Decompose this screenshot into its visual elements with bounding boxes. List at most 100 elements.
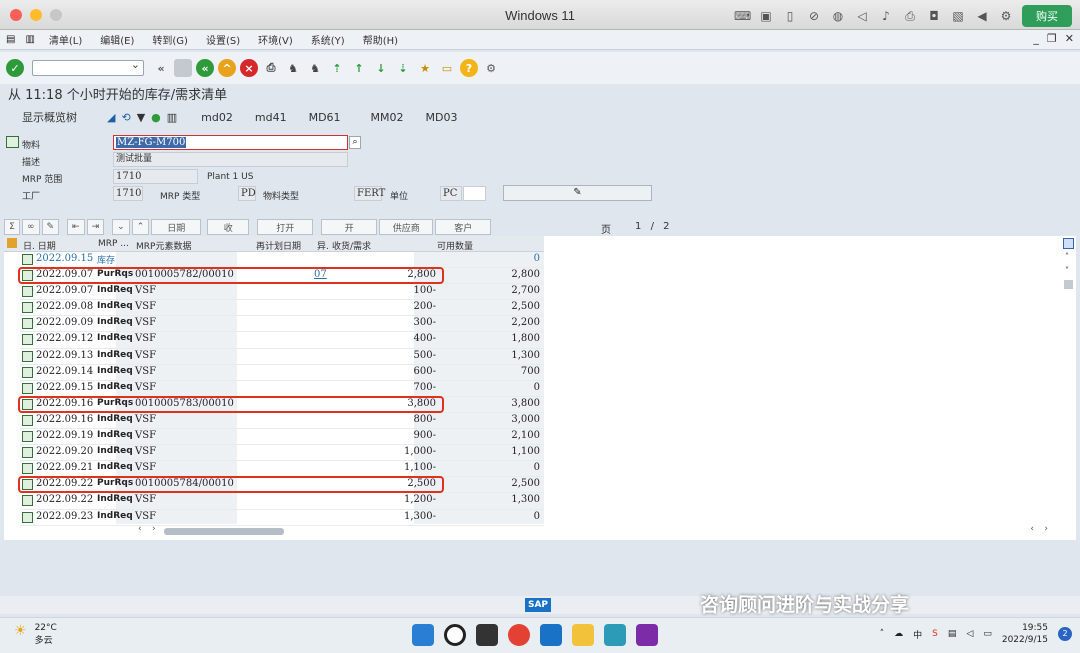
store-icon[interactable] — [604, 624, 626, 646]
menu-environment[interactable]: 环境(V) — [258, 32, 293, 47]
horizontal-scrollbar[interactable]: ‹ › ‹ › — [120, 524, 1054, 538]
details-icon[interactable]: ∞ — [22, 219, 40, 235]
table-row[interactable]: 2022.09.07 IndReq VSF 100- 2,700 — [20, 284, 544, 301]
shortcut-icon[interactable]: ▭ — [438, 59, 456, 77]
task-view-icon[interactable] — [476, 624, 498, 646]
user-icon[interactable]: ● — [151, 111, 161, 124]
col-exception[interactable]: 异. — [317, 239, 329, 252]
table-row[interactable]: 2022.09.20 IndReq VSF 1,000- 1,100 — [20, 445, 544, 462]
clock[interactable]: 19:55 2022/9/15 — [1002, 622, 1048, 646]
scroll-thumb[interactable] — [1064, 280, 1073, 289]
row-exception[interactable]: 07 — [314, 269, 327, 280]
table-row[interactable]: 2022.09.21 IndReq VSF 1,100- 0 — [20, 461, 544, 478]
print-icon[interactable]: ⎙ — [262, 59, 280, 77]
col-available[interactable]: 可用数量 — [437, 239, 473, 252]
screenshot-icon[interactable]: ▧ — [950, 8, 966, 24]
search-icon[interactable] — [444, 624, 466, 646]
enter-icon[interactable]: ✓ — [6, 59, 24, 77]
md03-button[interactable]: MD03 — [426, 111, 458, 124]
find-next-icon[interactable]: ♞ — [306, 59, 324, 77]
scroll-up-icon[interactable]: ˄ — [1065, 252, 1069, 261]
new-session-icon[interactable]: ★ — [416, 59, 434, 77]
keyboard-icon[interactable]: ⌨ — [734, 8, 751, 24]
speaker-icon[interactable]: ◁ — [966, 629, 973, 639]
material-search-icon[interactable]: ⌕ — [349, 136, 361, 149]
file-explorer-icon[interactable] — [572, 624, 594, 646]
menu-list[interactable]: 清单(L) — [49, 32, 82, 47]
sum-icon[interactable]: Σ — [4, 219, 20, 235]
scroll-right-end-icon[interactable]: › — [1044, 524, 1048, 534]
col-date[interactable]: 日. 日期 — [23, 239, 56, 252]
date-button[interactable]: 日期 — [151, 219, 202, 235]
table-row[interactable]: 2022.09.09 IndReq VSF 300- 2,200 — [20, 316, 544, 333]
table-row[interactable]: 2022.09.22 PurRqs 0010005784/00010 2,500 2,5… — [18, 476, 544, 494]
globe-icon[interactable]: ◍ — [830, 8, 846, 24]
last-page-icon[interactable]: ⇣ — [394, 59, 412, 77]
md61-button[interactable]: MD61 — [309, 111, 341, 124]
prev-page-icon[interactable]: ↑ — [350, 59, 368, 77]
camera-icon[interactable]: ◘ — [926, 8, 942, 24]
table-row[interactable]: 2022.09.12 IndReq VSF 400- 1,800 — [20, 332, 544, 349]
table-row[interactable]: 2022.09.19 IndReq VSF 900- 2,100 — [20, 429, 544, 446]
vertical-scrollbar[interactable]: ˄ ˅ — [1062, 236, 1076, 524]
col-mrp[interactable]: MRP ... — [98, 239, 129, 249]
scroll-left-icon[interactable]: ‹ — [138, 524, 142, 534]
sap-close-icon[interactable]: ✕ — [1065, 32, 1074, 45]
weather-widget[interactable]: ☀ 22°C 多云 — [14, 623, 57, 646]
column-left-icon[interactable]: ⇤ — [67, 219, 85, 235]
scroll-left-end-icon[interactable]: ‹ — [1030, 524, 1034, 534]
chart-icon[interactable]: ◢ — [107, 111, 115, 124]
horizontal-scroll-thumb[interactable] — [164, 528, 284, 535]
col-quantity[interactable]: 收货/需求 — [332, 239, 371, 252]
table-row[interactable]: 2022.09.14 IndReq VSF 600- 700 — [20, 365, 544, 381]
table-row[interactable]: 2022.09.07 PurRqs 0010005782/00010 07 2,800 2… — [18, 267, 544, 285]
buy-button[interactable]: 购买 — [1022, 5, 1072, 27]
refresh-icon[interactable]: ⟲ — [121, 111, 130, 124]
md02-button[interactable]: md02 — [201, 111, 233, 124]
network-icon[interactable]: ▤ — [948, 629, 957, 639]
sogou-icon[interactable]: S — [932, 629, 938, 639]
back-double-icon[interactable]: « — [152, 59, 170, 77]
table-row[interactable]: 2022.09.15 IndReq VSF 700- 0 — [20, 381, 544, 397]
cancel-icon[interactable]: × — [240, 59, 258, 77]
usb-icon[interactable]: ▯ — [782, 8, 798, 24]
chrome-icon[interactable] — [508, 624, 530, 646]
collapse-icon[interactable]: ⌄ — [112, 219, 130, 235]
sap-menu-icon[interactable]: ▤ — [6, 34, 15, 45]
volume-icon[interactable]: ◁ — [854, 8, 870, 24]
col-resched[interactable]: 再计划日期 — [256, 239, 301, 252]
sap-minimize-icon[interactable]: _ — [1033, 32, 1039, 45]
back-icon[interactable]: « — [196, 59, 214, 77]
start-icon[interactable] — [412, 624, 434, 646]
menu-settings[interactable]: 设置(S) — [206, 32, 240, 47]
next-page-icon[interactable]: ↓ — [372, 59, 390, 77]
printer-icon[interactable]: ⎙ — [902, 8, 918, 24]
md41-button[interactable]: md41 — [255, 111, 287, 124]
settings-icon[interactable]: ⚙ — [998, 8, 1014, 24]
table-row[interactable]: 2022.09.22 IndReq VSF 1,200- 1,300 — [20, 493, 544, 510]
first-page-icon[interactable]: ⇡ — [328, 59, 346, 77]
open-button[interactable]: 打开 — [257, 219, 314, 235]
exit-icon[interactable]: ^ — [218, 59, 236, 77]
find-icon[interactable]: ♞ — [284, 59, 302, 77]
vendor-button[interactable]: 供应商 — [379, 219, 434, 235]
cloud-icon[interactable]: ☁ — [894, 629, 903, 639]
menu-help[interactable]: 帮助(H) — [363, 32, 398, 47]
edit-material-button[interactable]: ✎ — [503, 185, 652, 201]
filter-icon[interactable]: ▼ — [137, 111, 145, 124]
expand-icon[interactable]: ⌃ — [131, 219, 150, 235]
table-row[interactable]: 2022.09.16 PurRqs 0010005783/00010 3,800 3,8… — [18, 395, 544, 413]
grid-settings-icon[interactable] — [1063, 238, 1074, 249]
notification-badge[interactable]: 2 — [1058, 627, 1072, 641]
scroll-down-icon[interactable]: ˅ — [1065, 266, 1069, 275]
in-button[interactable]: 开 — [321, 219, 378, 235]
transfer-icon[interactable]: ▥ — [167, 111, 177, 124]
play-icon[interactable]: ◀ — [974, 8, 990, 24]
tray-arrow-icon[interactable]: ˄ — [880, 629, 885, 639]
sap-logon-icon[interactable] — [540, 624, 562, 646]
table-row[interactable]: 2022.09.08 IndReq VSF 200- 2,500 — [20, 300, 544, 317]
help-icon[interactable]: ? — [460, 59, 478, 77]
battery-icon[interactable]: ▭ — [983, 629, 992, 639]
receipt-button[interactable]: 收 — [207, 219, 250, 235]
edit-icon[interactable]: ✎ — [41, 219, 60, 235]
